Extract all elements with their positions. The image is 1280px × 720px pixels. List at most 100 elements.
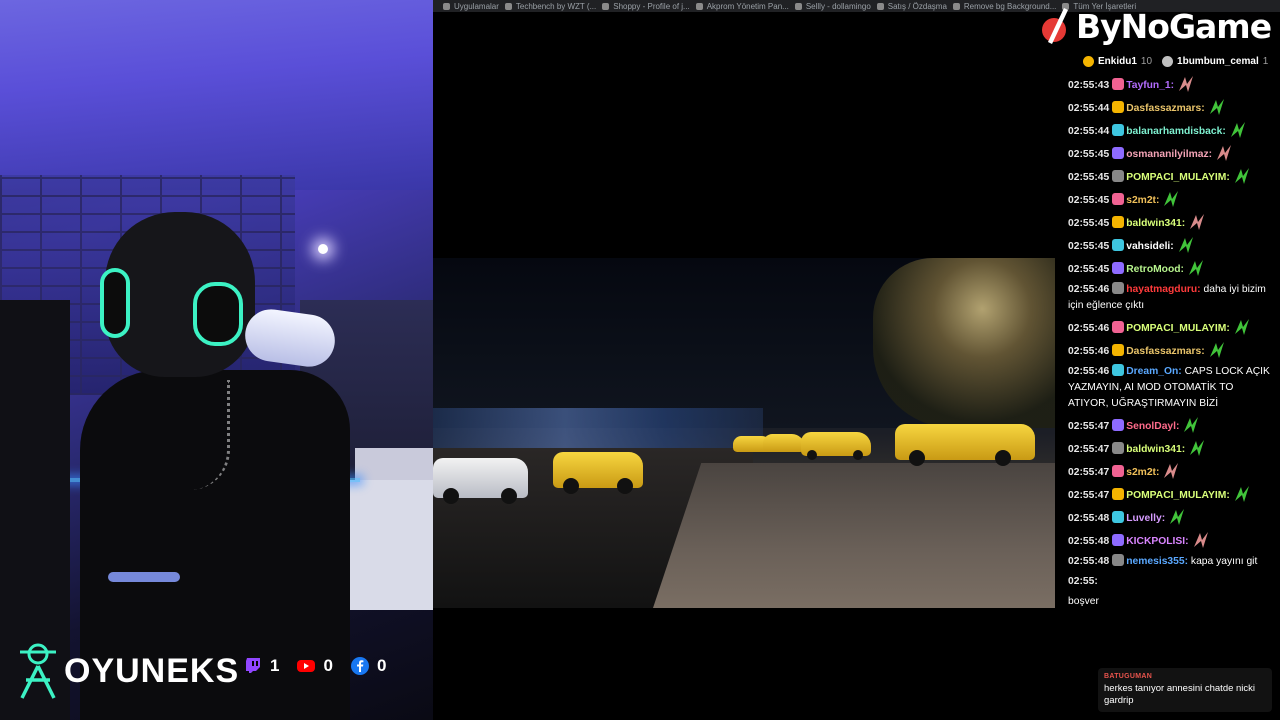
- lit-trees: [873, 258, 1055, 428]
- message-username[interactable]: SenolDayl:: [1126, 421, 1179, 432]
- message-username[interactable]: balanarhamdisback:: [1126, 126, 1226, 137]
- message-timestamp: 02:55:48: [1068, 556, 1110, 567]
- message-timestamp: 02:55:45: [1068, 264, 1110, 275]
- message-timestamp: 02:55:: [1068, 576, 1098, 587]
- headset-left-icon: [100, 268, 130, 338]
- message-timestamp: 02:55:44: [1068, 103, 1110, 114]
- message-timestamp: 02:55:46: [1068, 323, 1110, 334]
- message-username[interactable]: nemesis355:: [1126, 556, 1188, 567]
- taxi-car: [801, 432, 871, 460]
- emote-icon: [1234, 168, 1249, 184]
- wheel: [563, 478, 579, 494]
- user-badge-icon: [1112, 442, 1125, 454]
- message-username[interactable]: baldwin341:: [1126, 444, 1185, 455]
- message-timestamp: 02:55:47: [1068, 421, 1110, 432]
- message-username[interactable]: KICKPOLISI:: [1126, 536, 1188, 547]
- user-badge-icon: [1112, 488, 1125, 500]
- user-badge-icon: [1112, 216, 1125, 228]
- bookmark-label: Satış / Özdaşma: [887, 1, 947, 11]
- taxi-car: [895, 424, 1035, 466]
- chat-message-partial: boşver: [1068, 596, 1099, 607]
- wheel: [807, 450, 817, 460]
- police-car: [433, 458, 528, 504]
- top-user-name: 1bumbum_cemal: [1177, 55, 1259, 67]
- social-counters: 1 0 0: [244, 656, 386, 676]
- top-user[interactable]: Enkidu1 10: [1083, 55, 1152, 67]
- message-username[interactable]: s2m2t:: [1126, 467, 1159, 478]
- user-badge-icon: [1112, 511, 1125, 523]
- oyuneks-brand: OYUNEKS: [16, 640, 239, 702]
- chat-message: 02:55:44 Dasfassazmars:: [1068, 98, 1272, 117]
- chat-message: 02:55:48 nemesis355: kapa yayını git: [1068, 554, 1272, 570]
- stream-frame: OYUNEKS 1 0 0 K 664 Uygulamalar Techbenc…: [0, 0, 1280, 720]
- message-username[interactable]: POMPACI_MULAYIM:: [1126, 490, 1230, 501]
- bookmark[interactable]: Akprom Yönetim Pan...: [695, 2, 789, 11]
- wheel: [443, 488, 459, 504]
- bookmark[interactable]: Satış / Özdaşma: [876, 1, 947, 11]
- gold-medal-icon: [1083, 55, 1094, 67]
- bookmark[interactable]: Techbench by WZT (...: [504, 2, 596, 11]
- user-badge-icon: [1112, 147, 1125, 159]
- twitch-icon: [246, 658, 260, 673]
- emote-icon: [1188, 260, 1203, 276]
- message-username[interactable]: Tayfun_1:: [1126, 80, 1174, 91]
- taxi-car: [553, 452, 643, 494]
- message-username[interactable]: Dasfassazmars:: [1126, 346, 1204, 357]
- ceiling: [0, 0, 433, 190]
- message-timestamp: 02:55:48: [1068, 513, 1110, 524]
- top-user[interactable]: 1bumbum_cemal 1: [1162, 55, 1269, 67]
- bookmark[interactable]: Sellly - dollamingo: [794, 2, 871, 11]
- user-badge-icon: [1112, 124, 1125, 136]
- bookmark-favicon-icon: [794, 2, 802, 10]
- message-username[interactable]: hayatmagduru:: [1126, 284, 1200, 295]
- user-badge-icon: [1112, 419, 1125, 431]
- message-username[interactable]: Dasfassazmars:: [1126, 103, 1204, 114]
- twitch-counter: 1: [244, 656, 279, 676]
- message-timestamp: 02:55:47: [1068, 444, 1110, 455]
- chat-message: 02:55:48 KICKPOLISI:: [1068, 531, 1272, 550]
- emote-icon: [1190, 214, 1205, 230]
- emote-icon: [1234, 486, 1249, 502]
- bookmark-favicon-icon: [695, 2, 703, 10]
- emote-icon: [1234, 319, 1249, 335]
- chat-message: 02:55:48 Luvelly:: [1068, 508, 1272, 527]
- facebook-icon: [350, 657, 369, 675]
- message-username[interactable]: Luvelly:: [1126, 513, 1165, 524]
- user-badge-icon: [1112, 534, 1125, 546]
- facebook-count: 0: [376, 656, 387, 675]
- emote-icon: [1184, 417, 1199, 433]
- message-username[interactable]: osmananilyilmaz:: [1126, 149, 1212, 160]
- emote-icon: [1209, 99, 1224, 115]
- message-username[interactable]: baldwin341:: [1126, 218, 1185, 229]
- message-timestamp: 02:55:46: [1068, 346, 1110, 357]
- message-timestamp: 02:55:48: [1068, 536, 1110, 547]
- bookmark[interactable]: Shoppy - Profile of j...: [602, 2, 690, 11]
- popup-text: herkes tanıyor annesini chatde nicki gar…: [1104, 683, 1256, 706]
- message-username[interactable]: s2m2t:: [1126, 195, 1159, 206]
- game-viewport: [433, 258, 1055, 608]
- bookmark-apps[interactable]: Uygulamalar: [443, 2, 499, 11]
- emote-icon: [1217, 145, 1232, 161]
- message-username[interactable]: Dream_On:: [1126, 366, 1182, 377]
- top-user-count: 1: [1262, 55, 1269, 67]
- message-text: kapa yayını git: [1190, 556, 1258, 567]
- wall-lamp: [318, 244, 328, 254]
- message-timestamp: 02:55:46: [1068, 366, 1110, 377]
- user-badge-icon: [1112, 344, 1125, 356]
- chat-message: 02:55:44 balanarhamdisback:: [1068, 121, 1272, 140]
- user-badge-icon: [1112, 101, 1125, 113]
- message-username[interactable]: POMPACI_MULAYIM:: [1126, 323, 1230, 334]
- wheel: [853, 450, 863, 460]
- twitch-count: 1: [270, 656, 280, 675]
- message-username[interactable]: RetroMood:: [1126, 264, 1184, 275]
- message-username[interactable]: POMPACI_MULAYIM:: [1126, 172, 1230, 183]
- chat-message: 02:55:47 s2m2t:: [1068, 462, 1272, 481]
- bookmark-favicon-icon: [952, 2, 960, 10]
- taxi-car: [763, 434, 805, 452]
- message-timestamp: 02:55:46: [1068, 284, 1110, 295]
- user-badge-icon: [1112, 193, 1125, 205]
- headset-right-icon: [193, 282, 243, 346]
- message-username[interactable]: vahsideli:: [1126, 241, 1174, 252]
- chat-message: 02:55:46 Dream_On: CAPS LOCK AÇIK YAZMAYI…: [1068, 364, 1272, 412]
- chat-messages: 02:55:43 Tayfun_1: 02:55:44 Dasfassazmars: 0…: [1055, 75, 1280, 610]
